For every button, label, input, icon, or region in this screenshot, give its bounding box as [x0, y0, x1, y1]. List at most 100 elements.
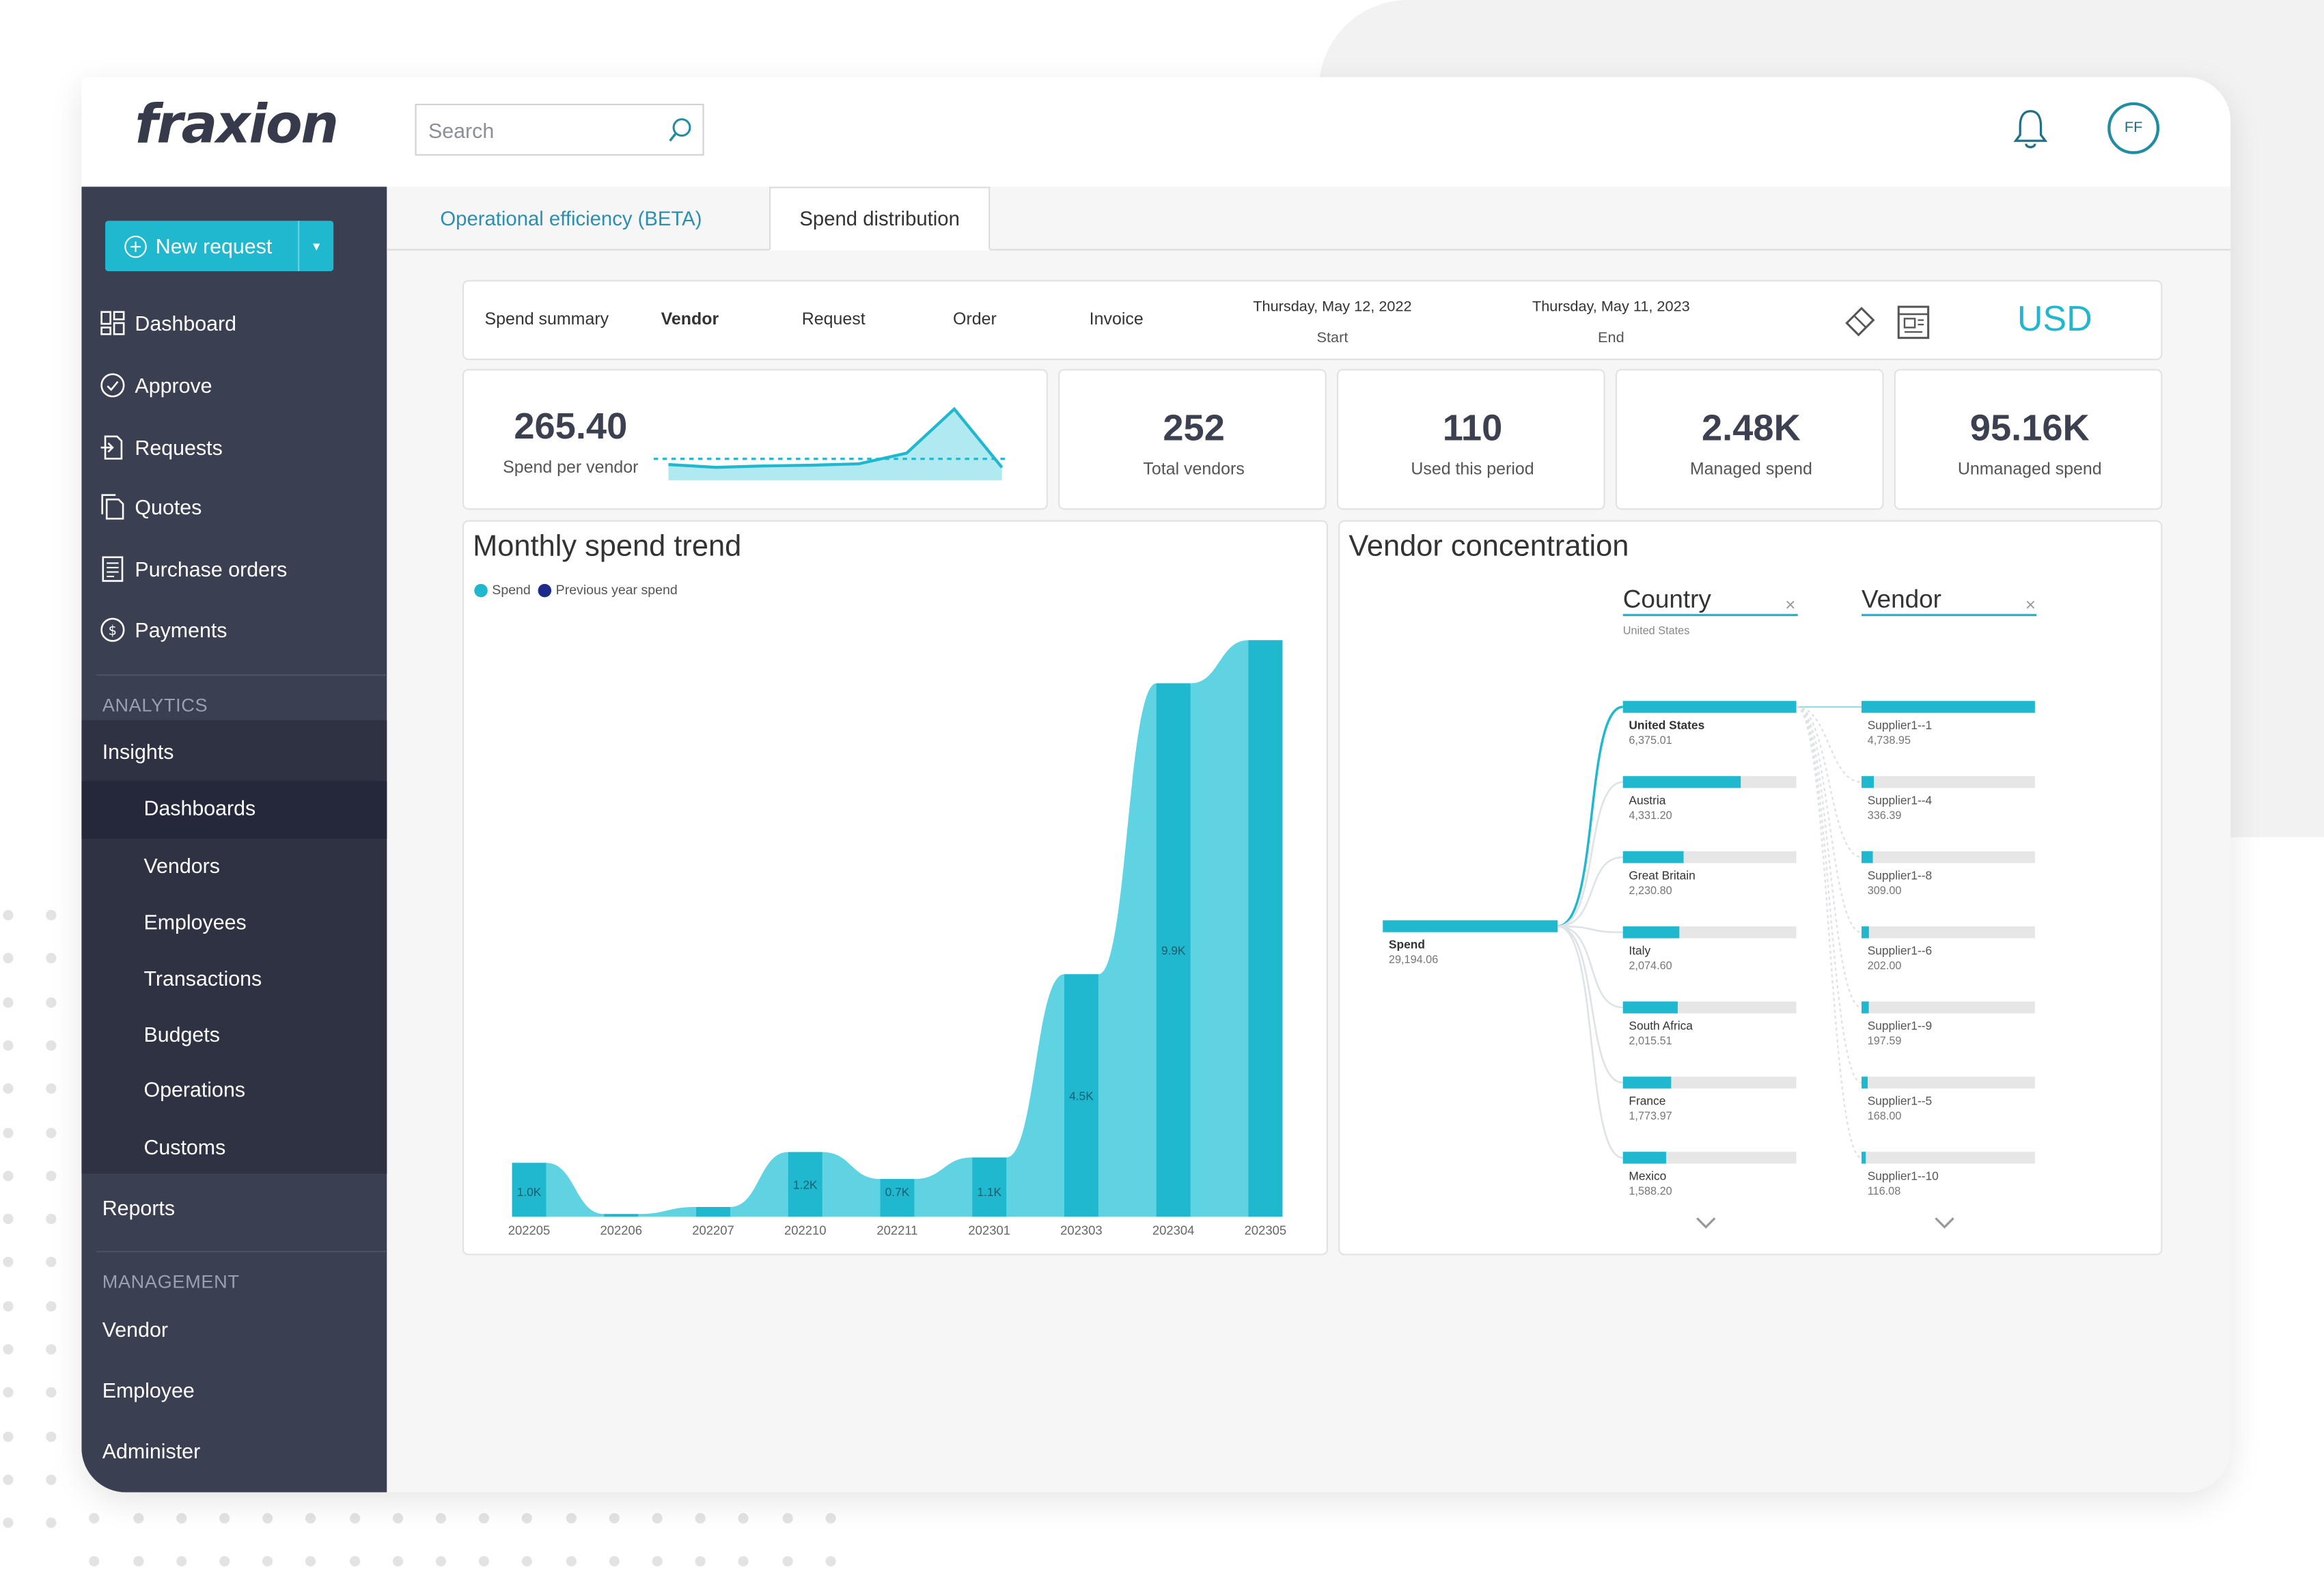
- root-label: Spend: [1389, 938, 1425, 952]
- new-request-button[interactable]: New request: [105, 221, 298, 271]
- country-name: Mexico: [1629, 1169, 1666, 1182]
- filter-vendor[interactable]: Vendor: [661, 311, 719, 329]
- sidebar-subitem-employees[interactable]: Employees: [143, 910, 246, 939]
- sidebar-item-requests[interactable]: Requests: [99, 430, 223, 465]
- tree-connector: [1796, 706, 1862, 859]
- bell-icon[interactable]: [2011, 107, 2049, 151]
- sidebar-item-insights[interactable]: Insights: [102, 740, 174, 769]
- kpi-value: 265.40: [514, 406, 628, 448]
- vendor-value: 116.08: [1868, 1185, 1901, 1197]
- search-box[interactable]: [415, 103, 704, 156]
- decorative-dot: [609, 1556, 620, 1567]
- decorative-dot: [46, 1214, 57, 1225]
- decorative-dot: [738, 1513, 749, 1524]
- x-tick-label: 202301: [968, 1223, 1010, 1237]
- sidebar-item-label: Requests: [135, 435, 223, 460]
- vendor-name: Supplier1--4: [1868, 793, 1933, 807]
- report-icon[interactable]: [1896, 304, 1934, 342]
- kpi-label: Used this period: [1411, 460, 1534, 479]
- country-bar: [1622, 776, 1741, 788]
- sidebar-divider: [96, 1251, 387, 1253]
- decorative-dot: [219, 1513, 230, 1524]
- sidebar-item-payments[interactable]: $ Payments: [99, 612, 227, 648]
- filter-spend-summary[interactable]: Spend summary: [484, 311, 609, 329]
- quotes-document-icon: [101, 494, 124, 520]
- spend-bar: [696, 1207, 730, 1217]
- decorative-dot: [479, 1556, 490, 1567]
- decorative-dot: [46, 1430, 57, 1442]
- root-bar: [1383, 920, 1558, 932]
- vendor-name: Supplier1--5: [1868, 1094, 1932, 1107]
- filter-order[interactable]: Order: [953, 311, 997, 329]
- start-date[interactable]: Thursday, May 12, 2022: [1221, 299, 1443, 316]
- decorative-dot: [89, 1556, 100, 1567]
- sidebar-item-vendor[interactable]: Vendor: [102, 1318, 168, 1347]
- filter-request[interactable]: Request: [802, 311, 866, 329]
- kpi-label: Managed spend: [1689, 460, 1812, 479]
- search-icon[interactable]: [665, 115, 695, 145]
- app-window: fraxion FF New request: [81, 77, 2231, 1492]
- kpi-value: 2.48K: [1702, 407, 1801, 449]
- sidebar-item-employee[interactable]: Employee: [102, 1378, 195, 1408]
- dollar-circle-icon: $: [100, 617, 125, 642]
- kpi-value: 95.16K: [1969, 407, 2090, 449]
- sidebar-item-quotes[interactable]: Quotes: [99, 489, 202, 525]
- decorative-dot: [3, 1518, 14, 1529]
- sidebar-subitem-vendors[interactable]: Vendors: [143, 854, 219, 883]
- sidebar-item-administer[interactable]: Administer: [102, 1439, 200, 1469]
- vendor-name: Supplier1--1: [1868, 718, 1932, 732]
- top-bar: fraxion FF: [81, 77, 2231, 187]
- decorative-dot: [3, 1083, 14, 1094]
- decorative-dot: [46, 1474, 57, 1485]
- new-request-dropdown-button[interactable]: ▼: [299, 221, 333, 271]
- tab-operational-efficiency[interactable]: Operational efficiency (BETA): [440, 186, 702, 250]
- sidebar-item-approve[interactable]: Approve: [99, 367, 212, 403]
- sidebar-item-purchase-orders[interactable]: Purchase orders: [99, 551, 287, 587]
- tab-spend-distribution[interactable]: Spend distribution: [769, 186, 991, 251]
- country-name: Austria: [1629, 793, 1665, 807]
- chevron-down-icon[interactable]: [1935, 1217, 1954, 1229]
- filter-invoice[interactable]: Invoice: [1090, 311, 1144, 329]
- decorative-dot: [3, 1126, 14, 1138]
- country-value: 4,331.20: [1629, 809, 1672, 822]
- spend-sparkline: [653, 406, 1010, 480]
- sidebar-item-dashboard[interactable]: Dashboard: [99, 305, 236, 341]
- sidebar-item-label: Dashboard: [135, 311, 237, 335]
- chevron-down-icon[interactable]: [1696, 1217, 1716, 1229]
- section-title-analytics: ANALYTICS: [102, 695, 208, 716]
- country-bar: [1622, 1077, 1672, 1089]
- vendor-name: Supplier1--9: [1868, 1018, 1932, 1032]
- end-date-label: End: [1598, 330, 1624, 347]
- vendor-concentration-tree: Country × United States Vendor × Spend 29,194.…: [1383, 585, 2037, 1229]
- decorative-dot: [349, 1513, 360, 1524]
- sidebar-item-label: Payments: [135, 617, 227, 642]
- currency-selector[interactable]: USD: [2017, 299, 2092, 341]
- sidebar-item-reports[interactable]: Reports: [102, 1196, 175, 1225]
- section-title-management: MANAGEMENT: [102, 1271, 240, 1292]
- country-bar: [1622, 1152, 1666, 1164]
- country-bar: [1622, 701, 1797, 713]
- app-logo[interactable]: fraxion: [135, 95, 339, 156]
- user-avatar[interactable]: FF: [2107, 102, 2160, 154]
- sidebar-subitem-dashboards[interactable]: Dashboards: [143, 796, 255, 825]
- end-date[interactable]: Thursday, May 11, 2023: [1500, 299, 1722, 316]
- decorative-dot: [46, 1387, 57, 1398]
- monthly-spend-trend-panel: Monthly spend trend Spend Previous year …: [462, 520, 1328, 1255]
- decorative-dot: [176, 1513, 186, 1524]
- check-circle-icon: [100, 373, 125, 398]
- decorative-dot: [695, 1556, 706, 1567]
- country-bar: [1622, 926, 1680, 939]
- vendor-value: 4,738.95: [1868, 734, 1911, 747]
- kpi-label: Total vendors: [1143, 460, 1245, 479]
- search-input[interactable]: [428, 115, 666, 145]
- sidebar-subitem-budgets[interactable]: Budgets: [143, 1023, 219, 1052]
- country-value: 2,074.60: [1629, 960, 1672, 972]
- decorative-dot: [3, 1474, 14, 1485]
- sidebar-subitem-customs[interactable]: Customs: [143, 1135, 225, 1165]
- decorative-dot: [46, 1257, 57, 1268]
- decorative-dot: [133, 1513, 143, 1524]
- sidebar-subitem-transactions[interactable]: Transactions: [143, 967, 262, 996]
- sparkline-area: [668, 408, 1002, 480]
- eraser-icon[interactable]: [1842, 304, 1878, 339]
- sidebar-subitem-operations[interactable]: Operations: [143, 1077, 245, 1107]
